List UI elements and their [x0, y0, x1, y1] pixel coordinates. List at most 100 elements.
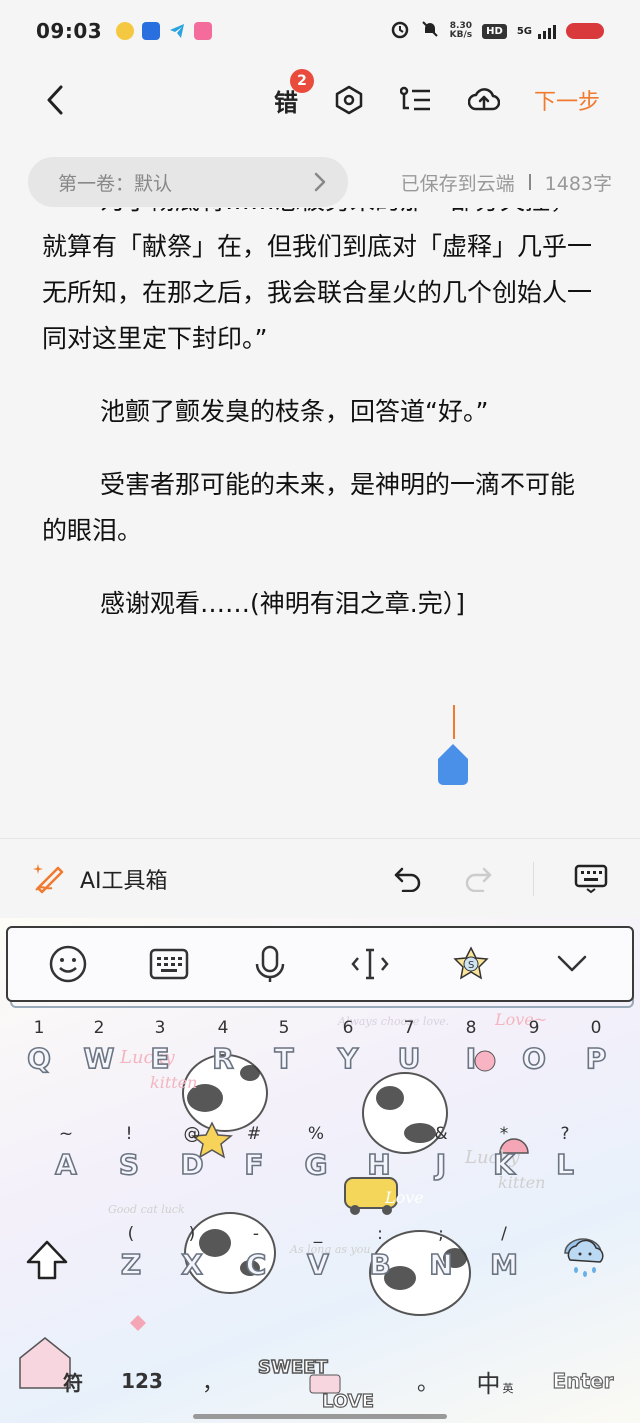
- key-hint: (: [127, 1224, 135, 1244]
- key-label: Q: [26, 1041, 51, 1076]
- key-label: C: [245, 1247, 267, 1282]
- key-hint: !: [125, 1124, 133, 1144]
- ai-toolbox-button[interactable]: AI工具箱: [80, 863, 168, 895]
- battery-icon: [566, 23, 604, 39]
- period-key[interactable]: 。: [400, 1346, 456, 1416]
- emoji-button[interactable]: [45, 941, 91, 987]
- comma-key[interactable]: ，: [188, 1346, 238, 1416]
- key-x[interactable]: ) X: [164, 1224, 220, 1304]
- hexagon-settings-icon: [335, 85, 363, 115]
- period-label: 。: [416, 1371, 439, 1396]
- key-hint: ?: [560, 1124, 570, 1144]
- skin-button[interactable]: S: [448, 941, 494, 987]
- key-a[interactable]: ~ A: [38, 1124, 94, 1204]
- space-key[interactable]: SWEET LOVE: [245, 1346, 395, 1416]
- status-app-icons: [116, 22, 213, 40]
- cursor-handle[interactable]: [436, 742, 470, 786]
- key-l[interactable]: ? L: [537, 1124, 593, 1204]
- status-time: 09:03: [36, 19, 103, 43]
- keyboard-icon: [149, 948, 189, 980]
- key-y[interactable]: 6Y: [320, 1018, 376, 1098]
- ai-tool-row: AI工具箱: [0, 838, 640, 918]
- home-indicator: [193, 1414, 447, 1419]
- comma-label: ，: [201, 1371, 224, 1396]
- key-z[interactable]: (Z: [103, 1224, 159, 1304]
- hd-badge: HD: [482, 23, 507, 39]
- key-label: S: [118, 1147, 140, 1182]
- volume-label: 第一卷：默认: [58, 172, 173, 195]
- key-m[interactable]: / M: [476, 1224, 532, 1304]
- net-speed-unit: KB/s: [449, 30, 473, 40]
- key-hint: ;: [438, 1224, 444, 1244]
- key-k[interactable]: * K: [476, 1124, 532, 1204]
- language-switch-key[interactable]: 中 英: [460, 1346, 530, 1416]
- undo-button[interactable]: [393, 866, 423, 892]
- key-j[interactable]: & J: [413, 1124, 469, 1204]
- key-label: D: [180, 1147, 205, 1182]
- enter-label: Enter: [552, 1368, 614, 1393]
- error-check-button[interactable]: 错 2: [274, 68, 314, 118]
- key-u[interactable]: 7U: [381, 1018, 437, 1098]
- key-t[interactable]: 5T: [256, 1018, 312, 1098]
- key-label: R: [211, 1041, 234, 1076]
- key-h[interactable]: H: [351, 1124, 407, 1204]
- key-label: B: [369, 1247, 392, 1282]
- ai-pen-icon: [32, 860, 66, 898]
- key-e[interactable]: 3E: [132, 1018, 188, 1098]
- key-hint: 8: [465, 1018, 477, 1038]
- key-d[interactable]: @ D: [164, 1124, 220, 1204]
- numbers-key[interactable]: 123: [102, 1346, 182, 1416]
- settings-button[interactable]: [334, 85, 364, 115]
- key-p[interactable]: 0P: [568, 1018, 624, 1098]
- keyboard-toggle-button[interactable]: [574, 864, 608, 894]
- key-q[interactable]: 1Q: [11, 1018, 67, 1098]
- keyboard-switch-button[interactable]: [146, 941, 192, 987]
- editor-toolbar: 错 2 下一步: [0, 62, 640, 138]
- paragraph: 为了彻底将……总被另来的那一部分失控，就算有「献祭」在，但我们到底对「虚释」几乎…: [42, 208, 593, 353]
- key-b[interactable]: :B: [352, 1224, 408, 1304]
- key-label: X: [180, 1247, 203, 1282]
- feather-app-icon: [142, 22, 161, 40]
- volume-selector[interactable]: 第一卷：默认: [28, 157, 348, 207]
- cursor-handle-icon: [438, 744, 468, 785]
- key-c[interactable]: -C: [228, 1224, 284, 1304]
- enter-key[interactable]: Enter: [538, 1346, 628, 1416]
- save-status-text: 已保存到云端: [400, 172, 515, 195]
- key-o[interactable]: 9O: [506, 1018, 562, 1098]
- cursor-move-button[interactable]: [347, 941, 393, 987]
- language-sub-label: 英: [502, 1382, 514, 1395]
- backspace-key[interactable]: [560, 1234, 616, 1314]
- net-speed: 8.30 KB/s: [450, 22, 472, 40]
- key-label: Y: [337, 1041, 359, 1076]
- editor-content[interactable]: 为了彻底将……总被另来的那一部分失控，就算有「献祭」在，但我们到底对「虚释」几乎…: [0, 208, 640, 838]
- shift-key[interactable]: [24, 1238, 80, 1318]
- undo-icon: [394, 867, 421, 892]
- key-label: N: [428, 1247, 453, 1282]
- key-r[interactable]: 4R: [195, 1018, 251, 1098]
- voice-input-button[interactable]: [247, 941, 293, 987]
- key-w[interactable]: 2W: [71, 1018, 127, 1098]
- symbols-key[interactable]: 符: [16, 1346, 94, 1416]
- redo-button[interactable]: [463, 866, 493, 892]
- key-label: G: [304, 1147, 329, 1182]
- svg-text:S: S: [468, 960, 474, 971]
- microphone-icon: [255, 945, 284, 982]
- key-s[interactable]: ! S: [101, 1124, 157, 1204]
- key-i[interactable]: 8I: [443, 1018, 499, 1098]
- back-button[interactable]: [40, 80, 70, 120]
- collapse-keyboard-button[interactable]: [549, 941, 595, 987]
- chevron-down-icon: [557, 955, 586, 972]
- key-hint: /: [501, 1224, 507, 1244]
- cloud-upload-button[interactable]: [467, 86, 500, 114]
- key-n[interactable]: ; N: [413, 1224, 469, 1304]
- key-f[interactable]: # F: [226, 1124, 282, 1204]
- key-g[interactable]: % G: [288, 1124, 344, 1204]
- outline-button[interactable]: [399, 86, 432, 114]
- key-label: T: [274, 1041, 295, 1076]
- key-hint: &: [434, 1124, 448, 1144]
- outline-list-icon: [399, 86, 430, 111]
- key-hint: 6: [342, 1018, 354, 1038]
- svg-text:Good cat luck: Good cat luck: [108, 1203, 185, 1216]
- key-v[interactable]: _ V: [290, 1224, 346, 1304]
- next-step-button[interactable]: 下一步: [534, 84, 600, 116]
